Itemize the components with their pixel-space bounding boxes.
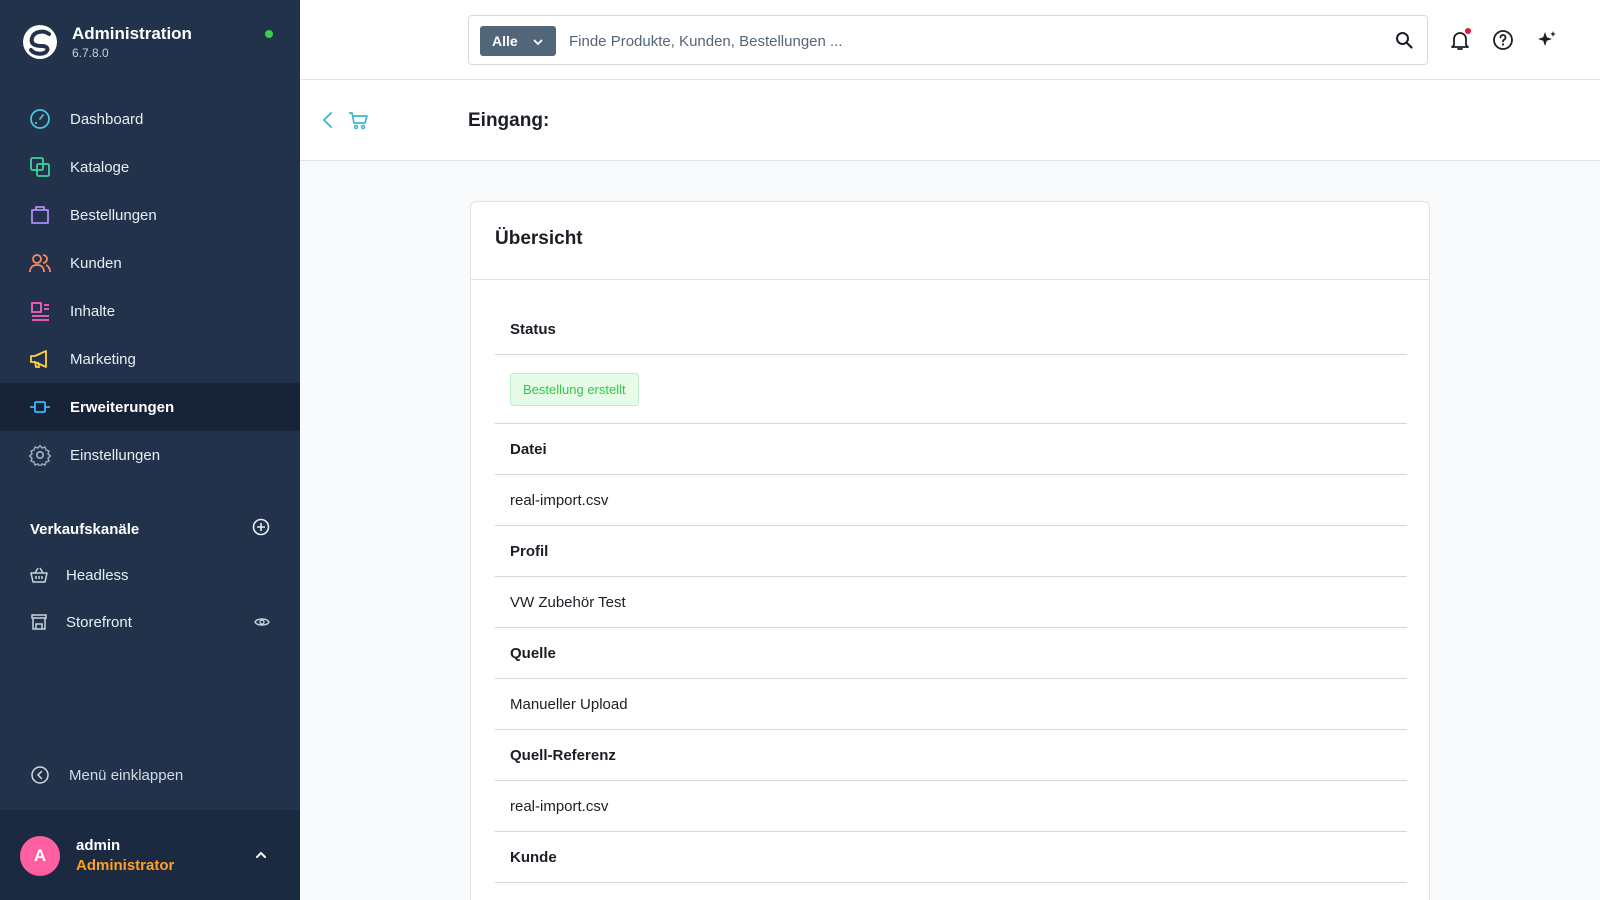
brand[interactable]: Administration 6.7.8.0 (22, 22, 192, 62)
notifications-bell-icon[interactable] (1448, 28, 1472, 52)
profile-value: VW Zubehör Test (495, 577, 1407, 628)
app-title: Administration (72, 24, 192, 43)
collapse-menu-button[interactable]: Menü einklappen (30, 765, 183, 785)
chevron-up-icon[interactable] (254, 848, 268, 867)
search-type-select[interactable]: Alle (480, 26, 556, 56)
online-status-dot (265, 30, 273, 38)
ai-sparkle-icon[interactable] (1535, 28, 1559, 52)
chevron-left-circle-icon (30, 765, 50, 785)
eye-icon[interactable] (254, 614, 270, 634)
overview-card: Übersicht Status Bestellung erstellt Dat… (470, 201, 1430, 900)
dashboard-icon (29, 108, 51, 130)
orders-icon (29, 204, 51, 226)
extensions-icon (29, 396, 51, 418)
sales-channel-label: Headless (66, 566, 129, 584)
collapse-menu-label: Menü einklappen (69, 766, 184, 784)
page-title: Eingang: (468, 110, 550, 131)
sales-channels-header: Verkaufskanäle (30, 518, 270, 541)
cart-icon (348, 110, 368, 135)
catalog-icon (29, 156, 51, 178)
nav-item-einstellungen[interactable]: Einstellungen (0, 431, 300, 479)
chevron-down-icon (532, 35, 544, 51)
nav-item-label: Kataloge (70, 158, 130, 176)
app-version: 6.7.8.0 (72, 46, 109, 60)
card-title: Übersicht (495, 228, 583, 249)
marketing-icon (29, 348, 51, 370)
main-nav: Dashboard Kataloge Bestellungen Kunden I… (0, 95, 300, 479)
sales-channel-storefront[interactable]: Storefront (30, 607, 270, 637)
nav-item-kunden[interactable]: Kunden (0, 239, 300, 287)
user-role: Administrator (76, 857, 175, 874)
nav-item-label: Bestellungen (70, 206, 157, 224)
sales-channel-label: Storefront (66, 613, 132, 631)
nav-item-marketing[interactable]: Marketing (0, 335, 300, 383)
profile-label: Profil (495, 526, 1407, 577)
sales-channels-title: Verkaufskanäle (30, 521, 140, 538)
settings-icon (29, 444, 51, 466)
shopware-logo-icon (23, 25, 57, 59)
nav-item-erweiterungen[interactable]: Erweiterungen (0, 383, 300, 431)
nav-item-label: Dashboard (70, 110, 144, 128)
source-label: Quelle (495, 628, 1407, 679)
help-icon[interactable] (1491, 28, 1515, 52)
source-reference-value: real-import.csv (495, 781, 1407, 832)
search-type-label: Alle (492, 33, 518, 49)
customers-icon (29, 252, 51, 274)
sales-channel-headless[interactable]: Headless (30, 560, 270, 590)
status-label: Status (495, 280, 1407, 355)
nav-item-label: Einstellungen (70, 446, 161, 464)
top-bar: Alle (300, 0, 1600, 80)
notification-badge (1465, 28, 1471, 34)
file-label: Datei (495, 424, 1407, 475)
nav-item-label: Kunden (70, 254, 122, 272)
source-reference-label: Quell-Referenz (495, 730, 1407, 781)
user-name: admin (76, 837, 121, 854)
global-search: Alle (468, 15, 1428, 65)
add-sales-channel-icon[interactable] (252, 518, 270, 541)
nav-item-bestellungen[interactable]: Bestellungen (0, 191, 300, 239)
status-row: Bestellung erstellt (495, 355, 1407, 424)
nav-item-label: Erweiterungen (70, 398, 175, 416)
content-icon (29, 300, 51, 322)
sidebar: Administration 6.7.8.0 Dashboard Katalog… (0, 0, 300, 900)
search-input[interactable] (569, 29, 1349, 53)
detail-list: Status Bestellung erstellt Datei real-im… (495, 280, 1407, 883)
source-value: Manueller Upload (495, 679, 1407, 730)
smart-bar: Eingang: (300, 80, 1600, 161)
status-badge: Bestellung erstellt (510, 372, 639, 406)
basket-icon (30, 566, 48, 584)
nav-item-label: Inhalte (70, 302, 116, 320)
nav-item-kataloge[interactable]: Kataloge (0, 143, 300, 191)
file-value: real-import.csv (495, 475, 1407, 526)
avatar: A (20, 836, 60, 876)
user-menu[interactable]: A admin Administrator (0, 810, 300, 900)
customer-label: Kunde (495, 832, 1407, 883)
storefront-icon (30, 613, 48, 631)
nav-item-dashboard[interactable]: Dashboard (0, 95, 300, 143)
back-button[interactable] (320, 110, 336, 135)
nav-item-inhalte[interactable]: Inhalte (0, 287, 300, 335)
search-icon[interactable] (1395, 31, 1413, 54)
nav-item-label: Marketing (70, 350, 136, 368)
